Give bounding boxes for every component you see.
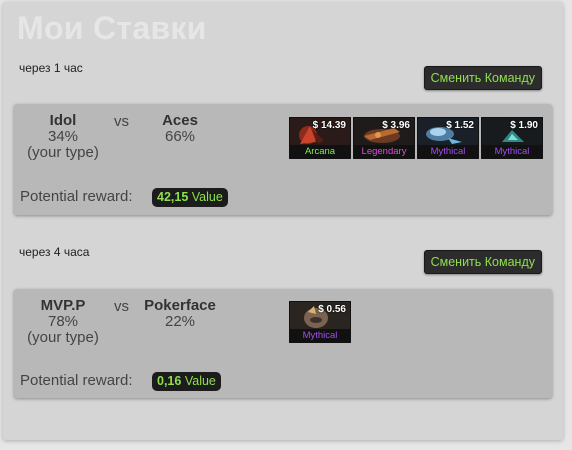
reward-unit: Value [184,374,216,388]
reward-badge: 0,16 Value [152,372,221,391]
team-name: Idol [49,112,77,129]
team-2: Aces 66% [149,113,211,145]
team-percent: 22% [164,313,196,330]
bet-item[interactable]: $ 0.56 Mythical [289,301,351,343]
item-rarity: Mythical [290,329,350,342]
item-rarity: Mythical [482,145,542,158]
change-team-button[interactable]: Сменить Команду [423,66,542,90]
reward-badge: 42,15 Value [152,188,228,207]
your-type-note: (your type) [27,329,99,346]
reward-value: 42,15 [157,190,189,204]
bet-card: Idol 34% (your type) vs Aces 66% $ 14.39… [14,104,552,215]
team-percent: 34% [47,128,79,145]
item-price: $ 1.52 [446,120,474,131]
bet-item[interactable]: $ 14.39 Arcana [289,117,351,159]
team-2: Pokerface 22% [140,298,220,330]
team-percent: 78% [47,313,79,330]
item-rarity: Arcana [290,145,350,158]
bet-time: через 1 час [19,61,83,75]
my-bets-panel: Мои Ставки через 1 час Сменить Команду I… [3,2,563,440]
your-type-note: (your type) [27,144,99,161]
vs-label: vs [114,113,129,130]
bet-item[interactable]: $ 1.52 Mythical [417,117,479,159]
bet-item[interactable]: $ 3.96 Legendary [353,117,415,159]
change-team-button[interactable]: Сменить Команду [423,250,542,274]
bet-item[interactable]: $ 1.90 Mythical [481,117,543,159]
team-name: MVP.P [40,297,86,314]
reward-unit: Value [191,190,223,204]
team-percent: 66% [164,128,196,145]
reward-label: Potential reward: [20,188,133,205]
item-price: $ 0.56 [318,304,346,315]
page-title: Мои Ставки [17,10,207,46]
item-rarity: Mythical [418,145,478,158]
item-price: $ 1.90 [510,120,538,131]
team-name: Aces [162,112,198,129]
bet-card: MVP.P 78% (your type) vs Pokerface 22% $… [14,289,552,398]
item-price: $ 14.39 [312,120,346,131]
reward-value: 0,16 [157,374,182,388]
item-price: $ 3.96 [382,120,410,131]
team-1: MVP.P 78% (your type) [22,298,104,346]
bet-time: через 4 часа [19,245,90,259]
reward-label: Potential reward: [20,372,133,389]
vs-label: vs [114,298,129,315]
team-name: Pokerface [144,297,216,314]
team-1: Idol 34% (your type) [22,113,104,161]
item-rarity: Legendary [354,145,414,158]
